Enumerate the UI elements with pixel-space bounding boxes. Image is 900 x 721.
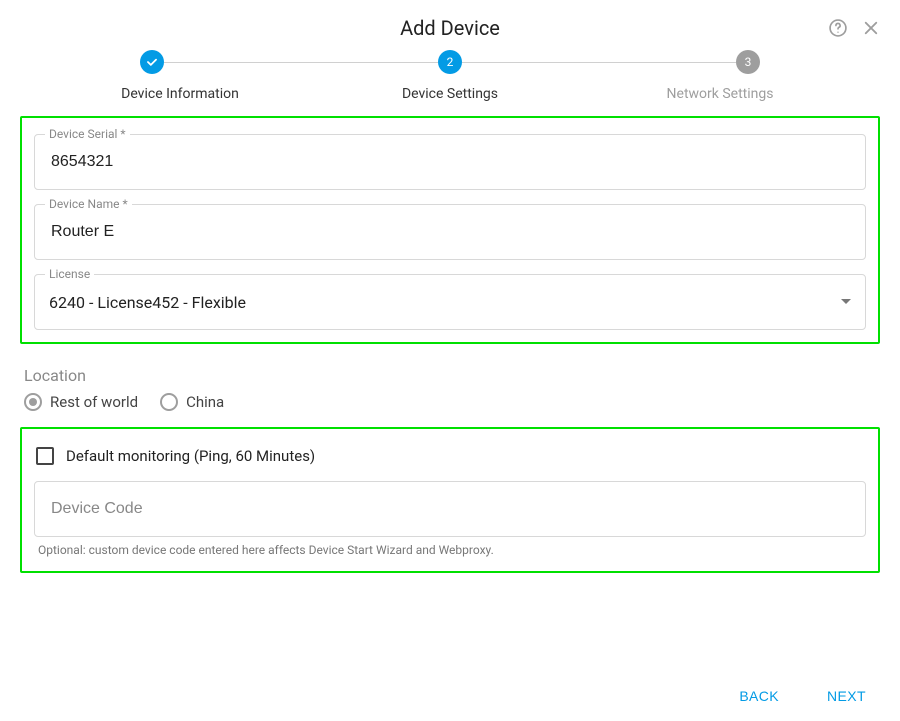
default-monitoring-checkbox[interactable] — [36, 447, 54, 465]
device-serial-field-wrap[interactable]: Device Serial * — [34, 134, 866, 190]
device-serial-input[interactable] — [49, 152, 851, 172]
step-label-1: Device Information — [100, 86, 260, 102]
device-code-input[interactable] — [49, 499, 851, 519]
chevron-down-icon — [841, 299, 851, 305]
next-button[interactable]: NEXT — [821, 687, 872, 705]
monitoring-group: Default monitoring (Ping, 60 Minutes) Op… — [20, 427, 880, 573]
step-labels: Device Information Device Settings Netwo… — [0, 86, 900, 102]
radio-china-label: China — [186, 393, 224, 411]
step-label-3: Network Settings — [640, 86, 800, 102]
device-name-input[interactable] — [49, 222, 851, 242]
device-name-field-wrap[interactable]: Device Name * — [34, 204, 866, 260]
device-fields-group: Device Serial * Device Name * License 62… — [20, 116, 880, 344]
location-label: Location — [24, 366, 876, 385]
back-button[interactable]: BACK — [733, 687, 785, 705]
help-icon[interactable] — [828, 18, 848, 38]
radio-china[interactable]: China — [160, 393, 224, 411]
default-monitoring-label: Default monitoring (Ping, 60 Minutes) — [66, 447, 315, 465]
step-3-inactive: 3 — [736, 50, 760, 74]
step-1-completed — [140, 50, 164, 74]
radio-rest-of-world[interactable]: Rest of world — [24, 393, 138, 411]
close-icon[interactable] — [862, 18, 880, 38]
license-select[interactable]: License 6240 - License452 - Flexible — [34, 274, 866, 330]
license-value: 6240 - License452 - Flexible — [49, 293, 841, 312]
stepper-line — [164, 62, 438, 63]
stepper: 2 3 — [0, 50, 900, 74]
step-label-2: Device Settings — [370, 86, 530, 102]
dialog-title: Add Device — [0, 16, 900, 40]
stepper-line — [462, 62, 736, 63]
step-2-active: 2 — [438, 50, 462, 74]
radio-rest-of-world-label: Rest of world — [50, 393, 138, 411]
device-serial-label: Device Serial * — [45, 127, 130, 141]
device-code-field-wrap[interactable] — [34, 481, 866, 537]
license-label: License — [45, 267, 94, 281]
device-name-label: Device Name * — [45, 197, 132, 211]
device-code-helper: Optional: custom device code entered her… — [34, 543, 866, 557]
